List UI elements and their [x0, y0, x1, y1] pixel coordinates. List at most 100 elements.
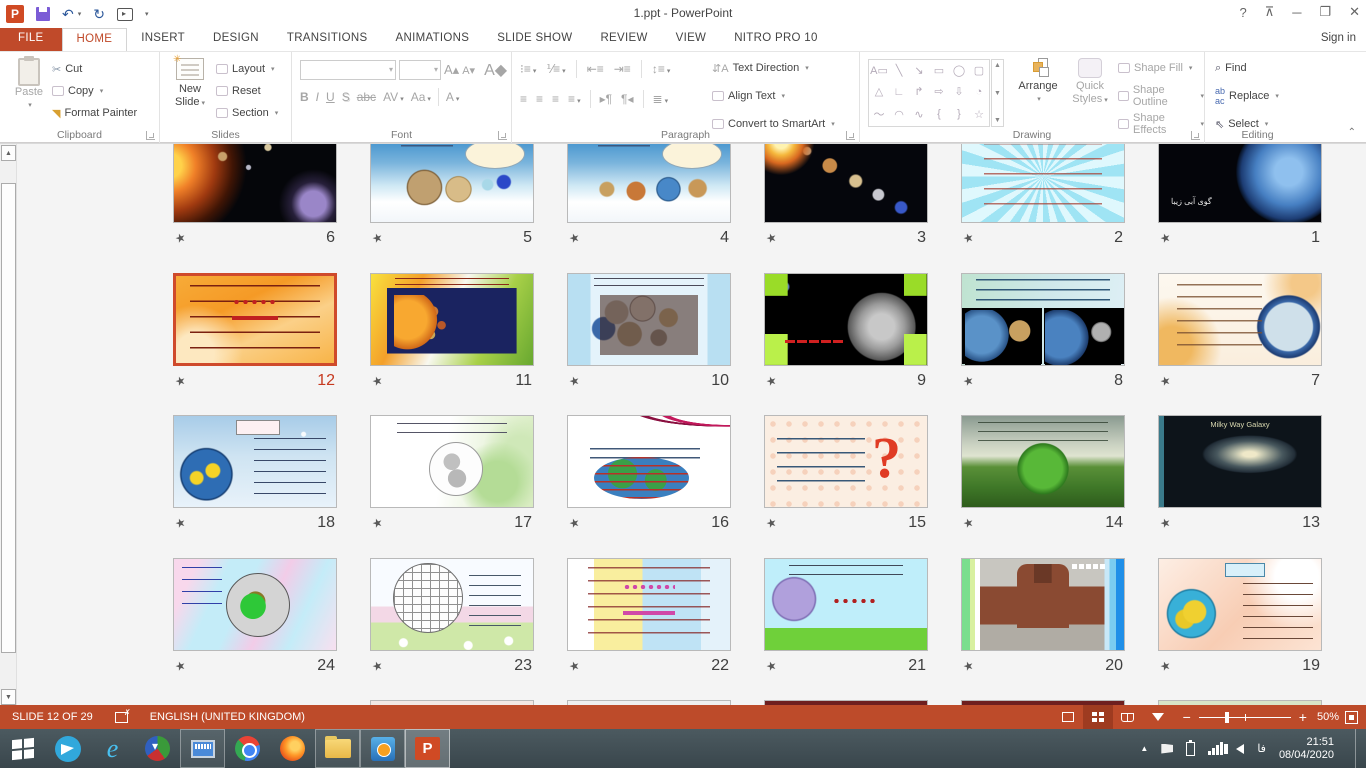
font-color-button[interactable]: A▾ [446, 90, 460, 104]
slide-thumbnail-12[interactable] [173, 273, 337, 366]
tab-insert[interactable]: INSERT [127, 28, 199, 51]
scroll-up-button[interactable]: ▲ [1, 145, 16, 161]
shapes-gallery[interactable]: A▭╲↘▭◯▢ △∟↱⇨⇩◔ 〜◠∿{}☆ [868, 59, 990, 127]
decrease-indent-button[interactable]: ⇤≡ [587, 62, 604, 76]
reading-view-button[interactable] [1113, 705, 1143, 729]
align-right-button[interactable]: ≡ [552, 92, 559, 106]
zoom-slider[interactable] [1199, 717, 1291, 718]
tab-nitro-pro-10[interactable]: NITRO PRO 10 [720, 28, 831, 51]
shape-outline-button[interactable]: Shape Outline▾ [1118, 85, 1204, 107]
font-dialog-launcher[interactable] [498, 131, 507, 140]
underline-button[interactable]: U [326, 90, 335, 104]
shapes-gallery-scrollbar[interactable]: ▲▼▼ [991, 59, 1004, 127]
action-center-icon[interactable] [1161, 744, 1173, 754]
start-button[interactable] [0, 729, 45, 768]
scrollbar-thumb[interactable] [1, 183, 16, 653]
show-desktop-button[interactable] [1355, 729, 1362, 768]
character-spacing-button[interactable]: AV▾ [383, 90, 404, 104]
new-slide-button[interactable]: NewSlide▾ [168, 58, 212, 134]
slide-thumbnail-20[interactable] [961, 558, 1125, 651]
slide-thumbnail-10[interactable] [567, 273, 731, 366]
paste-button[interactable]: Paste▾ [10, 58, 48, 130]
shape-fill-button[interactable]: Shape Fill▾ [1118, 57, 1204, 79]
slide-thumbnail-14[interactable] [961, 415, 1125, 508]
bold-button[interactable]: B [300, 90, 309, 104]
scroll-down-button[interactable]: ▼ [1, 689, 16, 705]
language-indicator[interactable]: ENGLISH (UNITED KINGDOM) [150, 711, 305, 723]
collapse-ribbon-button[interactable]: ⌃ [1348, 127, 1356, 138]
slide-thumbnail-5[interactable] [370, 143, 534, 223]
taskbar-telegram[interactable] [45, 729, 90, 768]
slide-thumbnail-8[interactable] [961, 273, 1125, 366]
italic-button[interactable]: I [316, 90, 319, 104]
restore-button[interactable]: ❐ [1319, 4, 1331, 20]
zoom-in-button[interactable]: + [1299, 712, 1307, 722]
cut-button[interactable]: ✂Cut [52, 58, 137, 80]
slide-thumbnail-24[interactable] [173, 558, 337, 651]
taskbar-firefox[interactable] [270, 729, 315, 768]
tab-design[interactable]: DESIGN [199, 28, 273, 51]
numbering-button[interactable]: ⅟≡▾ [546, 62, 565, 76]
tray-expand-icon[interactable]: ▲ [1140, 744, 1148, 753]
slide-thumbnail-16[interactable] [567, 415, 731, 508]
minimize-button[interactable]: ─ [1292, 5, 1301, 20]
slide-thumbnail-6[interactable] [173, 143, 337, 223]
slide-thumbnail-17[interactable] [370, 415, 534, 508]
align-left-button[interactable]: ≡ [520, 92, 527, 106]
tab-view[interactable]: VIEW [662, 28, 721, 51]
clear-formatting-button[interactable]: A◆ [484, 60, 507, 80]
rtl-direction-button[interactable]: ¶◂ [621, 92, 633, 106]
zoom-out-button[interactable]: − [1183, 712, 1191, 722]
network-icon[interactable] [1208, 742, 1223, 755]
language-input-indicator[interactable]: فا [1257, 742, 1266, 755]
volume-icon[interactable] [1236, 744, 1244, 754]
fit-slide-to-window-button[interactable] [1345, 711, 1358, 724]
slide-thumbnail-21[interactable] [764, 558, 928, 651]
tab-home[interactable]: HOME [62, 28, 128, 51]
tab-review[interactable]: REVIEW [586, 28, 661, 51]
slide-thumbnail-7[interactable] [1158, 273, 1322, 366]
slide-thumbnail-22[interactable] [567, 558, 731, 651]
slide-thumbnail-13[interactable]: Milky Way Galaxy [1158, 415, 1322, 508]
zoom-slider-thumb[interactable] [1225, 712, 1229, 723]
taskbar-idm[interactable] [135, 729, 180, 768]
layout-button[interactable]: Layout▾ [216, 58, 278, 80]
reset-button[interactable]: Reset [216, 80, 278, 102]
copy-button[interactable]: Copy▾ [52, 80, 137, 102]
slide-show-button[interactable] [1143, 705, 1173, 729]
taskbar-file-explorer[interactable] [315, 729, 360, 768]
vertical-scrollbar[interactable]: ▲ ▼ [0, 144, 17, 705]
zoom-level[interactable]: 50% [1317, 711, 1339, 723]
quick-styles-button[interactable]: QuickStyles▾ [1066, 58, 1114, 134]
slide-thumbnail-9[interactable] [764, 273, 928, 366]
increase-font-size-button[interactable]: A▴ [444, 62, 459, 78]
bullets-button[interactable]: ⁝≡▾ [520, 62, 536, 76]
find-button[interactable]: ⌕Find [1215, 57, 1279, 79]
spell-check-icon[interactable] [115, 712, 128, 723]
slide-thumbnail-23[interactable] [370, 558, 534, 651]
slide-sorter-view-button[interactable] [1083, 705, 1113, 729]
decrease-font-size-button[interactable]: A▾ [462, 64, 475, 77]
slide-thumbnail-19[interactable] [1158, 558, 1322, 651]
tab-transitions[interactable]: TRANSITIONS [273, 28, 382, 51]
taskbar-chrome[interactable] [225, 729, 270, 768]
slide-thumbnail-15[interactable] [764, 415, 928, 508]
taskbar-internet-explorer[interactable]: e [90, 729, 135, 768]
tab-animations[interactable]: ANIMATIONS [382, 28, 484, 51]
slide-thumbnail-2[interactable] [961, 143, 1125, 223]
normal-view-button[interactable] [1053, 705, 1083, 729]
font-size-combo[interactable] [399, 60, 441, 80]
align-center-button[interactable]: ≡ [536, 92, 543, 106]
tab-file[interactable]: FILE [0, 28, 62, 51]
text-direction-button[interactable]: ⇵AText Direction▾ [712, 57, 835, 79]
font-name-combo[interactable] [300, 60, 396, 80]
section-button[interactable]: Section▾ [216, 102, 278, 124]
taskbar-powerpoint[interactable]: P [405, 729, 450, 768]
arrange-button[interactable]: Arrange▾ [1012, 58, 1064, 134]
text-shadow-button[interactable]: S [342, 90, 350, 104]
tab-slide-show[interactable]: SLIDE SHOW [483, 28, 586, 51]
strikethrough-button[interactable]: abc [357, 90, 376, 104]
clipboard-dialog-launcher[interactable] [146, 131, 155, 140]
increase-indent-button[interactable]: ⇥≡ [614, 62, 631, 76]
clock[interactable]: 21:51 08/04/2020 [1279, 736, 1334, 762]
